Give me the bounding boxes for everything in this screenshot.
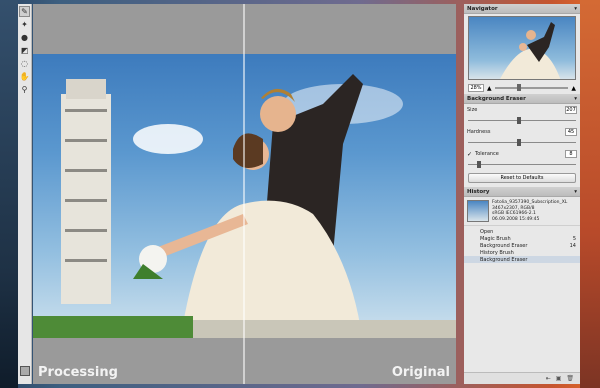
- history-list: Open Magic Brush 5 Background Eraser 14 …: [464, 226, 580, 263]
- history-item-active[interactable]: Background Eraser: [464, 256, 580, 263]
- snapshot-thumbnail: [467, 200, 489, 222]
- history-item[interactable]: Magic Brush 5: [464, 235, 580, 242]
- zoom-icon[interactable]: ⚲: [19, 84, 30, 95]
- tolerance-slider[interactable]: [468, 160, 576, 170]
- brush-icon[interactable]: ✎: [19, 6, 30, 17]
- desktop-background-left: [0, 0, 18, 388]
- hardness-label: Hardness: [467, 129, 491, 135]
- drop-icon[interactable]: ●: [19, 32, 30, 43]
- history-footer: ⇤ ▣ 🗑: [464, 372, 580, 384]
- history-item[interactable]: History Brush: [464, 249, 580, 256]
- right-panels: Navigator ▾ 28% ▲ ▲ Background Eraser ▾ …: [464, 4, 580, 384]
- navigator-thumbnail[interactable]: [468, 16, 576, 80]
- size-value[interactable]: 207: [565, 106, 577, 114]
- size-row: Size 207: [464, 104, 580, 116]
- background-eraser-header[interactable]: Background Eraser ▾: [464, 94, 580, 104]
- navigator-header[interactable]: Navigator ▾: [464, 4, 580, 14]
- color-swatch[interactable]: [20, 366, 30, 376]
- panel-menu-icon[interactable]: ▾: [574, 96, 577, 102]
- toolbox: ✎ ✦ ● ◩ ◌ ✋ ⚲: [18, 4, 32, 384]
- navigator-title: Navigator: [467, 5, 498, 12]
- tower-illustration: [61, 79, 111, 304]
- tolerance-row: ✓ Tolerance 8: [464, 148, 580, 160]
- zoom-value[interactable]: 28%: [468, 84, 484, 92]
- ground: [193, 320, 456, 338]
- hardness-row: Hardness 45: [464, 126, 580, 138]
- tolerance-checkbox-icon[interactable]: ✓: [467, 151, 472, 158]
- panel-menu-icon[interactable]: ▾: [574, 189, 577, 195]
- delete-icon[interactable]: 🗑: [566, 375, 574, 382]
- reset-to-defaults-button[interactable]: Reset to Defaults: [468, 173, 576, 183]
- original-label: Original: [391, 365, 450, 380]
- zoom-slider[interactable]: [494, 84, 569, 91]
- tolerance-label: Tolerance: [475, 151, 499, 157]
- couple-illustration: [133, 74, 363, 338]
- navigator-zoom-row: 28% ▲ ▲: [464, 82, 580, 94]
- size-slider[interactable]: [468, 116, 576, 126]
- split-view-divider[interactable]: [243, 4, 245, 384]
- history-title: History: [467, 188, 490, 195]
- zoom-out-icon[interactable]: ▲: [487, 85, 492, 92]
- size-label: Size: [467, 107, 478, 113]
- hardness-value[interactable]: 45: [565, 128, 577, 136]
- new-snapshot-icon[interactable]: ▣: [556, 375, 562, 382]
- processing-label: Processing: [38, 365, 118, 380]
- panel-menu-icon[interactable]: ▾: [574, 6, 577, 12]
- history-snapshot[interactable]: Fotolia_9357390_Subscription_XL 3467x230…: [464, 197, 580, 226]
- history-item[interactable]: Open: [464, 228, 580, 235]
- file-name: Fotolia_9357390_Subscription_XL: [492, 200, 568, 205]
- image-canvas[interactable]: Processing Original: [33, 4, 456, 384]
- grass: [33, 316, 193, 338]
- tolerance-value[interactable]: 8: [565, 150, 577, 158]
- file-date: 06.09.2008 15:49:45: [492, 216, 540, 222]
- history-item[interactable]: Background Eraser 14: [464, 242, 580, 249]
- background-eraser-title: Background Eraser: [467, 95, 526, 102]
- history-header[interactable]: History ▾: [464, 187, 580, 197]
- arrow-icon[interactable]: ⇤: [546, 375, 551, 382]
- wand-icon[interactable]: ✦: [19, 19, 30, 30]
- zoom-in-icon[interactable]: ▲: [571, 85, 576, 92]
- lasso-icon[interactable]: ◌: [19, 58, 30, 69]
- hardness-slider[interactable]: [468, 138, 576, 148]
- eraser-icon[interactable]: ◩: [19, 45, 30, 56]
- hand-icon[interactable]: ✋: [19, 71, 30, 82]
- desktop-background-right: [580, 0, 600, 388]
